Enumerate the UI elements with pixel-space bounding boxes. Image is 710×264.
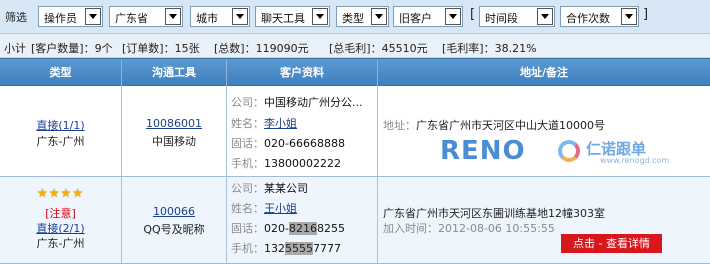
tool-id-link[interactable]: 100066 (122, 205, 226, 218)
column-header-address: 地址/备注 (519, 66, 569, 79)
operator-select[interactable]: 操作员 (38, 6, 103, 27)
tool-cell: 100066 QQ号及昵称 (122, 177, 227, 263)
address-field: 地址：广东省广州市天河区中山大道10000号 (383, 119, 605, 132)
region-text: 广东-广州 (36, 237, 85, 250)
chevron-down-icon (371, 8, 387, 25)
column-header-type: 类型 (0, 59, 122, 86)
bracket-close: ] (643, 7, 649, 22)
filter-bar: 筛选 操作员 广东省 城市 聊天工具 类型 旧客户 [ 时间段 合作次数 ] (0, 0, 710, 34)
type-link[interactable]: 直接(2/1) (0, 220, 121, 236)
customer-cell: 公司：某某公司 姓名：王小姐 固话：020-82168255 手机：132555… (227, 177, 378, 263)
column-header-tool: 沟通工具 (122, 59, 227, 86)
table-row: 直接(1/1) 广东-广州 10086001 中国移动 公司：中国移动广州分公.… (0, 86, 710, 177)
chat-tool-select[interactable]: 聊天工具 (255, 6, 330, 27)
summary-profit: [总毛利]：45510元 (329, 42, 428, 55)
company-field: 公司：某某公司 (231, 182, 308, 195)
summary-bar: 小计 [客户数量]：9个 [订单数]：15张 [总数]：119090元 [总毛利… (0, 34, 710, 58)
star-rating-icon: ★★★★ (36, 186, 85, 200)
tool-name: QQ号及昵称 (143, 223, 205, 236)
phone-field: 固话：020-66668888 (231, 137, 345, 150)
cooperation-count-select[interactable]: 合作次数 (560, 6, 639, 27)
tool-id-link[interactable]: 10086001 (122, 117, 226, 130)
type-select[interactable]: 类型 (336, 6, 389, 27)
company-field: 公司：中国移动广州分公... (231, 96, 363, 109)
address-cell: 广东省广州市天河区东圃训练基地12幢303室 加入时间：2012-08-06 1… (378, 177, 710, 263)
city-select[interactable]: 城市 (190, 6, 250, 27)
region-text: 广东-广州 (36, 135, 85, 148)
bracket-open: [ (470, 7, 476, 22)
summary-orders: [订单数]：15张 (122, 42, 200, 55)
address-cell: 地址：广东省广州市天河区中山大道10000号 RENO 仁诺跟单 www.ren… (378, 86, 710, 176)
mobile-field: 手机：13255557777 (231, 242, 341, 255)
view-details-button[interactable]: 点击 - 查看详情 (561, 234, 662, 253)
customer-status-select[interactable]: 旧客户 (393, 6, 463, 27)
chevron-down-icon (312, 8, 328, 25)
type-link[interactable]: 直接(1/1) (0, 117, 121, 133)
tool-cell: 10086001 中国移动 (122, 86, 227, 176)
tool-name: 中国移动 (152, 135, 196, 148)
address-text: 广东省广州市天河区东圃训练基地12幢303室 (383, 207, 605, 220)
phone-field: 固话：020-82168255 (231, 222, 345, 235)
summary-margin: [毛利率]：38.21% (442, 42, 537, 55)
chevron-down-icon (165, 8, 181, 25)
time-range-select[interactable]: 时间段 (479, 6, 555, 27)
chevron-down-icon (445, 8, 461, 25)
table-header: 类型 沟通工具 客户资料 地址/备注 (0, 58, 710, 86)
summary-customers: [客户数量]：9个 (31, 42, 113, 55)
table-row: ★★★★ [注意] 直接(2/1) 广东-广州 100066 QQ号及昵称 公司… (0, 177, 710, 264)
type-cell: 直接(1/1) 广东-广州 (0, 86, 122, 176)
chevron-down-icon (85, 8, 101, 25)
column-header-customer: 客户资料 (227, 59, 378, 86)
summary-label: 小计 (4, 42, 26, 55)
chevron-down-icon (537, 8, 553, 25)
join-time-field: 加入时间：2012-08-06 10:55:55 (383, 222, 555, 235)
name-field: 姓名：李小姐 (231, 117, 297, 130)
type-cell: ★★★★ [注意] 直接(2/1) 广东-广州 (0, 177, 122, 263)
chevron-down-icon (621, 8, 637, 25)
customer-cell: 公司：中国移动广州分公... 姓名：李小姐 固话：020-66668888 手机… (227, 86, 378, 176)
summary-total: [总数]：119090元 (214, 42, 309, 55)
filter-label: 筛选 (5, 11, 27, 24)
logo-swirl-icon (558, 140, 580, 162)
attention-tag: [注意] (45, 207, 76, 220)
mobile-field: 手机：13800002222 (231, 157, 341, 170)
contact-name-link[interactable]: 李小姐 (264, 117, 297, 130)
name-field: 姓名：王小姐 (231, 202, 297, 215)
chevron-down-icon (232, 8, 248, 25)
contact-name-link[interactable]: 王小姐 (264, 202, 297, 215)
province-select[interactable]: 广东省 (109, 6, 183, 27)
reno-logo: RENO 仁诺跟单 www.renogd.com (440, 136, 670, 166)
